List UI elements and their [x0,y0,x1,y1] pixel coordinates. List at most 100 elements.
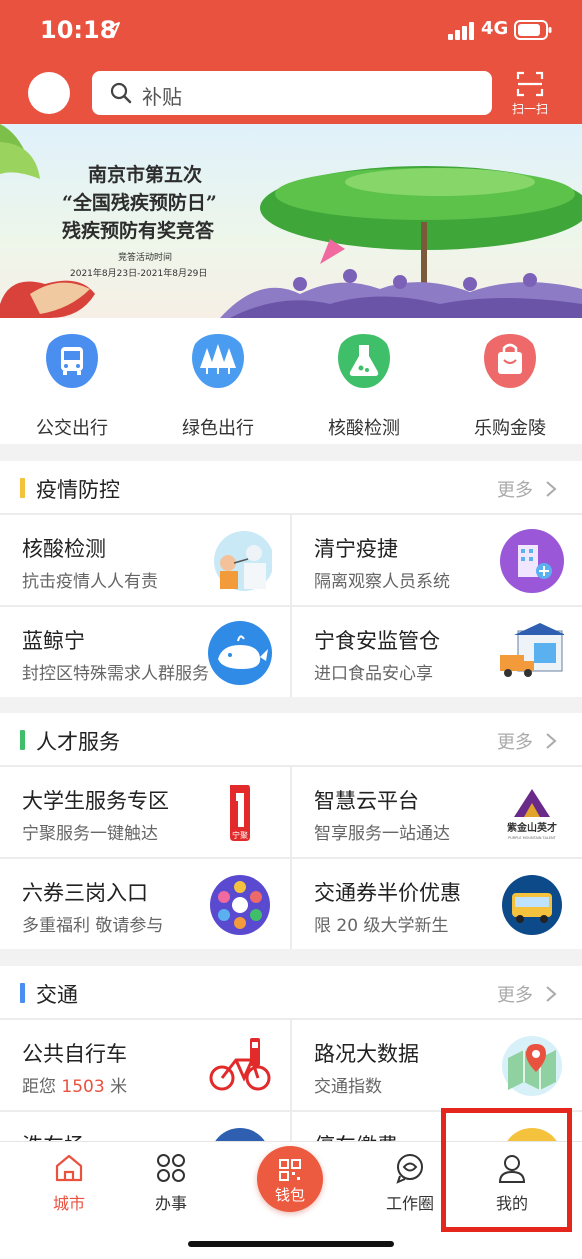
banner-line1: 南京市第五次 [88,164,203,186]
card-subtitle: 抗击疫情人人有责 [22,572,158,592]
quick-entry-label: 核酸检测 [328,418,400,439]
section-header: 交通 更多 [0,966,582,1018]
banner-line5: 2021年8月23日-2021年8月29日 [70,269,208,279]
battery-icon [514,20,552,40]
banner-line2: “全国残疾预防日” [62,192,217,214]
card-subtitle: 进口食品安心享 [314,664,433,684]
chevron-right-icon[interactable] [545,480,557,498]
service-card[interactable]: 大学生服务专区 宁聚服务一键触达 宁聚 [0,767,290,857]
home-indicator [188,1241,394,1247]
section-accent-bar [20,983,25,1003]
card-title: 路况大数据 [314,1042,419,1066]
coupons-icon [210,875,270,935]
service-card[interactable]: 六券三岗入口 多重福利 敬请参与 [0,859,290,949]
tab-services[interactable]: 办事 [131,1152,211,1222]
quick-entry-shopping[interactable]: 乐购金陵 [450,332,570,439]
banner-line3: 残疾预防有奖竞答 [62,220,215,242]
more-link[interactable]: 更多 [497,728,533,754]
scan-icon [516,71,544,97]
quick-entry-green-travel[interactable]: 绿色出行 [158,332,278,439]
scan-button[interactable]: 扫一扫 [510,70,550,116]
swab-test-icon [214,531,272,591]
card-title: 蓝鲸宁 [22,629,85,653]
svg-text:PURPLE MOUNTAIN TALENT: PURPLE MOUNTAIN TALENT [508,836,557,840]
svg-text:宁聚: 宁聚 [232,830,248,840]
section-title: 人才服务 [36,730,120,754]
bus-front-icon [502,875,562,935]
service-card[interactable]: 清宁疫捷 隔离观察人员系统 [292,515,582,605]
search-icon [110,82,132,104]
service-card[interactable]: 交通券半价优惠 限 20 级大学新生 [292,859,582,949]
card-title: 公共自行车 [22,1042,127,1066]
card-title: 大学生服务专区 [22,789,169,813]
shopping-bag-icon [484,334,536,388]
tab-city[interactable]: 城市 [29,1152,109,1222]
zijinshan-logo-icon: 紫金山英才 PURPLE MOUNTAIN TALENT [507,789,557,840]
card-title: 核酸检测 [22,537,106,561]
scan-label: 扫一扫 [511,102,548,116]
highlight-box [441,1108,572,1232]
card-subtitle: 智享服务一站通达 [314,824,450,844]
promo-banner[interactable]: 南京市第五次 “全国残疾预防日” 残疾预防有奖竞答 竞答活动时间 2021年8月… [0,124,582,318]
cellular-signal-icon [448,22,474,40]
card-title: 六券三岗入口 [22,881,148,905]
tab-label: 城市 [52,1194,85,1213]
service-card[interactable]: 公共自行车 距您 1503 米 [0,1020,290,1110]
quick-entry-label: 绿色出行 [182,418,254,439]
qr-wallet-icon [279,1159,301,1181]
section-epidemic: 疫情防控 更多 核酸检测 抗击疫情人人有责 清宁疫捷 隔离观察人员系统 蓝鲸宁 … [0,461,582,697]
card-subtitle: 距您 1503 米 [22,1077,128,1097]
map-pin-icon [502,1036,562,1096]
more-link[interactable]: 更多 [497,476,533,502]
chevron-right-icon[interactable] [545,732,557,750]
more-link[interactable]: 更多 [497,981,533,1007]
quick-entry-bus[interactable]: 公交出行 [12,332,132,439]
user-avatar[interactable] [28,72,70,114]
service-grid: 大学生服务专区 宁聚服务一键触达 宁聚 智慧云平台 智享服务一站通达 紫金山英才… [0,765,582,949]
section-header: 人才服务 更多 [0,713,582,765]
service-card[interactable]: 路况大数据 交通指数 [292,1020,582,1110]
whale-icon [208,621,272,685]
section-accent-bar [20,478,25,498]
card-subtitle: 封控区特殊需求人群服务 [22,664,209,684]
card-subtitle: 多重福利 敬请参与 [22,916,164,936]
quick-entry-label: 乐购金陵 [474,418,546,439]
location-arrow-icon [104,22,120,38]
network-type: 4G [481,18,509,39]
tab-wallet[interactable]: 钱包 [257,1146,323,1212]
flask-icon [338,334,390,388]
search-bar[interactable]: 补贴 [92,71,492,115]
bus-icon [46,334,98,388]
app-header: 10:18 4G 补贴 扫一扫 [0,0,582,124]
chevron-right-icon[interactable] [545,985,557,1003]
hotel-icon [500,529,564,593]
tab-label: 钱包 [274,1186,305,1204]
distance-value: 1503 [61,1077,105,1097]
service-card[interactable]: 宁食安监管仓 进口食品安心享 [292,607,582,697]
section-header: 疫情防控 更多 [0,461,582,513]
section-talent: 人才服务 更多 大学生服务专区 宁聚服务一键触达 宁聚 智慧云平台 智享服务一站… [0,713,582,949]
banner-line4: 竞答活动时间 [118,253,173,263]
service-card[interactable]: 蓝鲸宁 封控区特殊需求人群服务 [0,607,290,697]
section-accent-bar [20,730,25,750]
tab-label: 工作圈 [385,1194,434,1213]
status-bar: 10:18 4G [0,0,582,60]
service-card[interactable]: 智慧云平台 智享服务一站通达 紫金山英才 PURPLE MOUNTAIN TAL… [292,767,582,857]
svg-text:紫金山英才: 紫金山英才 [507,821,557,834]
quick-entry-grid: 公交出行 绿色出行 核酸检测 乐购金陵 [0,318,582,444]
card-title: 交通券半价优惠 [314,881,461,905]
card-title: 智慧云平台 [314,789,419,813]
grid-clover-icon [157,1154,185,1182]
chat-circle-icon [396,1154,423,1184]
card-subtitle: 交通指数 [314,1077,382,1097]
section-title: 交通 [36,983,78,1007]
ningju-logo-icon: 宁聚 [230,785,250,841]
bicycle-icon [209,1038,271,1091]
search-placeholder: 补贴 [142,85,182,109]
tab-label: 办事 [154,1194,187,1213]
warehouse-truck-icon [500,623,564,677]
card-subtitle: 限 20 级大学新生 [314,916,449,936]
quick-entry-nucleic-test[interactable]: 核酸检测 [304,332,424,439]
tab-work-circle[interactable]: 工作圈 [370,1152,450,1222]
service-card[interactable]: 核酸检测 抗击疫情人人有责 [0,515,290,605]
